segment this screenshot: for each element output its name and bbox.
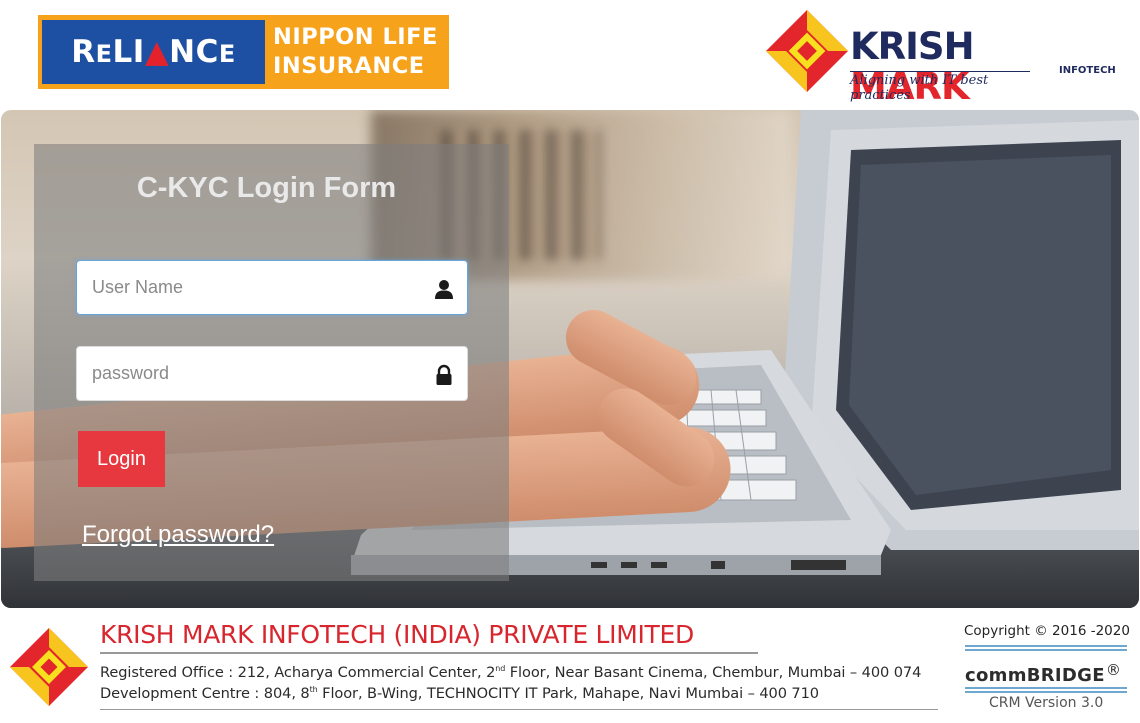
password-field[interactable]	[76, 346, 468, 401]
divider	[100, 652, 758, 654]
development-centre-address: Development Centre : 804, 8th Floor, B-W…	[100, 685, 819, 702]
krish-mark-logo: KRISH MARK INFOTECH Aligning with IT bes…	[764, 8, 1116, 107]
user-icon	[435, 280, 453, 299]
footer: KRISH MARK INFOTECH (INDIA) PRIVATE LIMI…	[0, 608, 1140, 723]
login-form-title: C-KYC Login Form	[136, 172, 397, 204]
username-field[interactable]	[76, 260, 468, 315]
product-name: commBRIDGE®	[965, 661, 1122, 686]
krish-mark-footer-logo	[10, 628, 88, 706]
company-name: KRISH MARK INFOTECH (INDIA) PRIVATE LIMI…	[100, 620, 694, 649]
copyright-text: Copyright © 2016 -2020	[964, 623, 1130, 639]
registered-office-address: Registered Office : 212, Acharya Commerc…	[100, 664, 922, 681]
password-input[interactable]	[77, 347, 417, 400]
header: RELI▲NCE NIPPON LIFE INSURANCE KRISH MAR…	[0, 0, 1140, 110]
crm-version: CRM Version 3.0	[989, 695, 1104, 711]
username-input[interactable]	[77, 261, 417, 314]
lock-icon	[436, 364, 452, 385]
reliance-nippon-logo: RELI▲NCE NIPPON LIFE INSURANCE	[38, 15, 449, 89]
forgot-password-link[interactable]: Forgot password?	[82, 521, 274, 549]
login-button[interactable]: Login	[78, 431, 165, 487]
divider	[100, 709, 938, 710]
login-form-panel: C-KYC Login Form Login Forgot password?	[34, 144, 509, 581]
